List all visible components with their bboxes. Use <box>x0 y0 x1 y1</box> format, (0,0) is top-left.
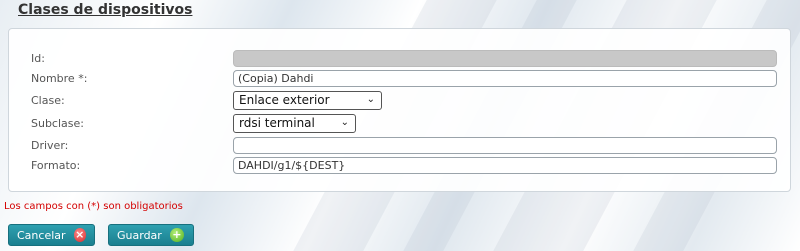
clase-selected-value: Enlace exterior <box>239 93 330 107</box>
nombre-input[interactable]: (Copia) Dahdi <box>233 70 777 87</box>
save-button[interactable]: Guardar + <box>108 224 194 246</box>
save-button-label: Guardar <box>117 228 162 242</box>
page-title: Clases de dispositivos <box>18 2 193 18</box>
form-row-clase: Clase: Enlace exterior ⌄ <box>9 91 790 110</box>
driver-input[interactable] <box>233 137 777 154</box>
chevron-down-icon: ⌄ <box>366 94 375 105</box>
formato-label: Formato: <box>31 159 81 172</box>
cancel-button-label: Cancelar <box>17 228 66 242</box>
id-field <box>233 50 777 67</box>
driver-label: Driver: <box>31 139 69 152</box>
form-panel: Id: Nombre *: (Copia) Dahdi Clase: Enlac… <box>8 28 791 192</box>
nombre-label: Nombre *: <box>31 72 88 85</box>
form-row-driver: Driver: <box>9 137 790 155</box>
x-circle-icon: × <box>73 228 86 242</box>
required-fields-note: Los campos con (*) son obligatorios <box>4 201 183 212</box>
subclase-select[interactable]: rdsi terminal ⌄ <box>233 114 356 133</box>
clase-select[interactable]: Enlace exterior ⌄ <box>233 91 382 110</box>
form-row-formato: Formato: DAHDI/g1/${DEST} <box>9 157 790 175</box>
form-row-nombre: Nombre *: (Copia) Dahdi <box>9 70 790 88</box>
id-label: Id: <box>31 52 45 65</box>
form-row-subclase: Subclase: rdsi terminal ⌄ <box>9 114 790 133</box>
clase-label: Clase: <box>31 94 65 107</box>
subclase-selected-value: rdsi terminal <box>239 116 315 130</box>
chevron-down-icon: ⌄ <box>340 117 349 128</box>
cancel-button[interactable]: Cancelar × <box>8 224 95 246</box>
subclase-label: Subclase: <box>31 117 84 130</box>
form-row-id: Id: <box>9 50 790 68</box>
formato-input[interactable]: DAHDI/g1/${DEST} <box>233 157 777 174</box>
plus-circle-icon: + <box>169 228 184 242</box>
